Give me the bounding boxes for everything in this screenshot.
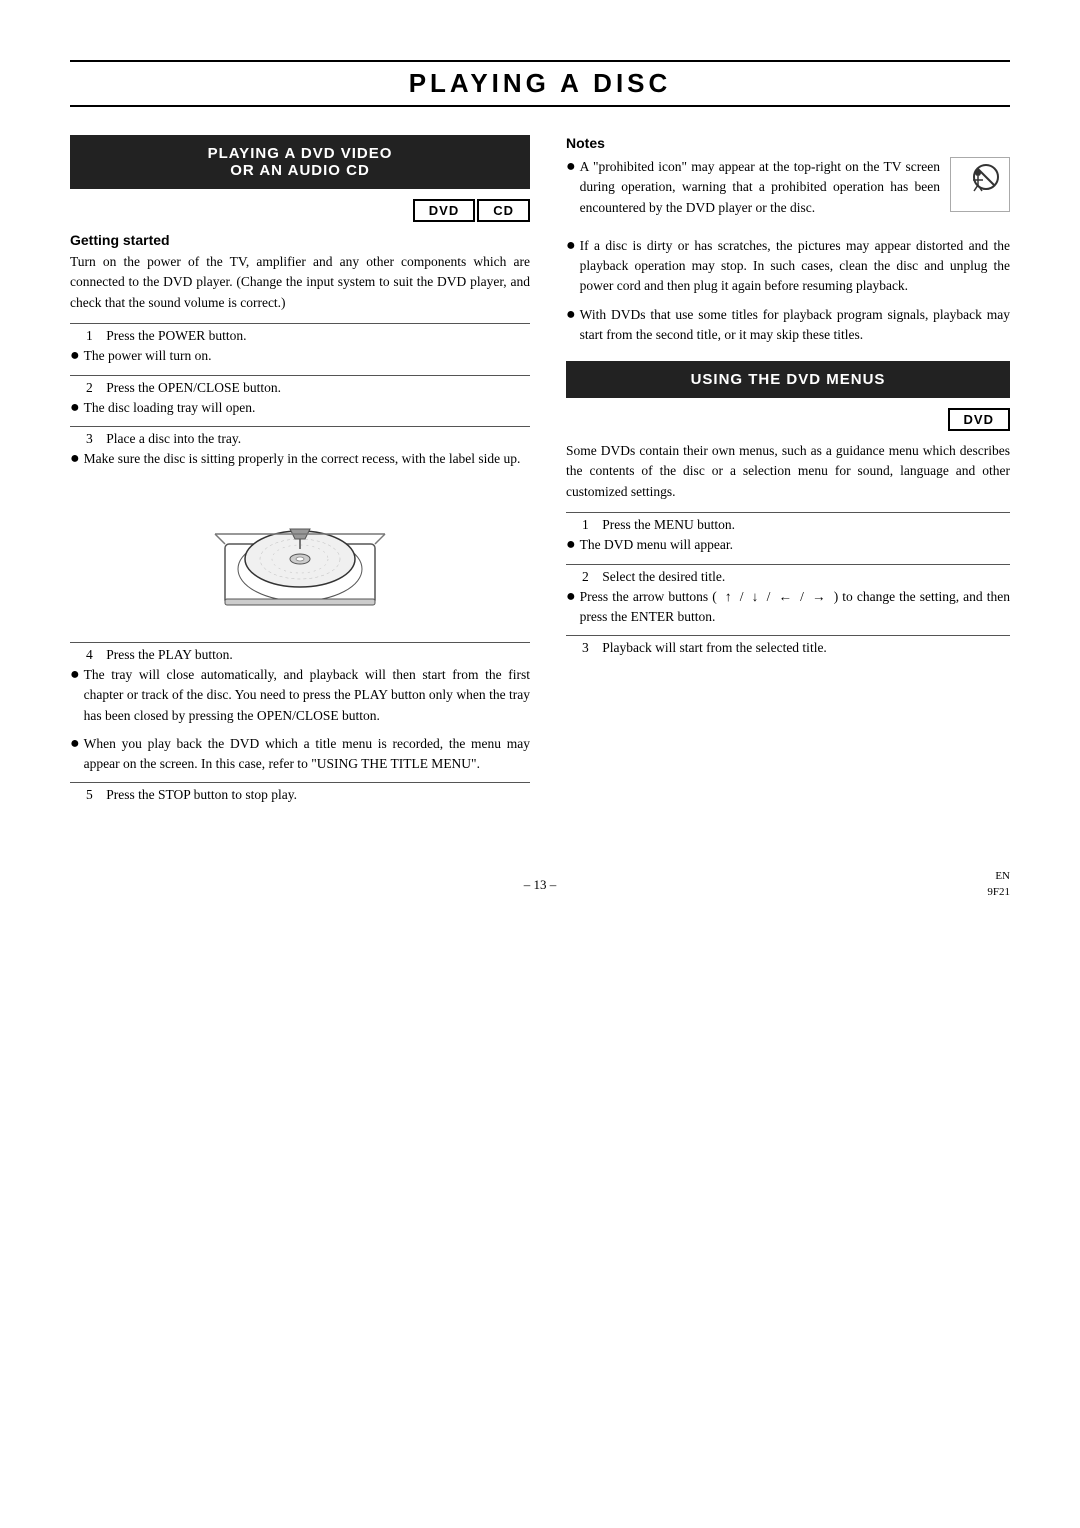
bullet-dot: ● — [566, 157, 576, 178]
step-5-block: 5 Press the STOP button to stop play. — [70, 782, 530, 803]
bullet-dot: ● — [70, 734, 80, 755]
left-column: PLAYING A DVD VIDEO OR AN AUDIO CD DVD C… — [70, 135, 530, 805]
bullet-dot: ● — [70, 449, 80, 470]
page-title: PLAYING A DISC — [70, 68, 1010, 99]
note-1-bullet: ● A "prohibited icon" may appear at the … — [566, 157, 940, 218]
page-code: EN9F21 — [697, 869, 1010, 900]
dvd-step-1-block: 1 Press the MENU button. — [566, 512, 1010, 533]
note-2-bullet: ● If a disc is dirty or has scratches, t… — [566, 236, 1010, 297]
bullet-dot: ● — [70, 346, 80, 367]
cd-badge: CD — [477, 199, 530, 222]
note-1-row: ● A "prohibited icon" may appear at the … — [566, 157, 1010, 226]
intro-paragraph: Turn on the power of the TV, amplifier a… — [70, 252, 530, 313]
dvd-only-badge: DVD — [948, 408, 1010, 431]
bullet-dot: ● — [566, 587, 576, 608]
step-1-bullet: ● The power will turn on. — [70, 346, 530, 367]
notes-section: Notes ● A "prohibited icon" may appear a… — [566, 135, 1010, 345]
step-4-num: 4 Press the PLAY button. — [86, 647, 530, 663]
step-3-bullet: ● Make sure the disc is sitting properly… — [70, 449, 530, 470]
main-content: PLAYING A DVD VIDEO OR AN AUDIO CD DVD C… — [70, 135, 1010, 805]
step-2-num: 2 Press the OPEN/CLOSE button. — [86, 380, 530, 396]
dvd-step-2-block: 2 Select the desired title. — [566, 564, 1010, 585]
bullet-dot: ● — [566, 236, 576, 257]
step-1-block: 1 Press the POWER button. — [70, 323, 530, 344]
step-3-block: 3 Place a disc into the tray. — [70, 426, 530, 447]
dvd-step-2-bullet: ● Press the arrow buttons ( ↑ / ↓ / ← / … — [566, 587, 1010, 628]
dvd-badge: DVD — [413, 199, 475, 222]
dvd-step-1-bullet: ● The DVD menu will appear. — [566, 535, 1010, 556]
dvd-menus-header: USING THE DVD MENUS — [566, 361, 1010, 398]
step-4-bullet: ● The tray will close automatically, and… — [70, 665, 530, 726]
step-3-num: 3 Place a disc into the tray. — [86, 431, 530, 447]
dvd-step-3-block: 3 Playback will start from the selected … — [566, 635, 1010, 656]
dvd-step-1-num: 1 Press the MENU button. — [582, 517, 1010, 533]
page-title-section: PLAYING A DISC — [70, 60, 1010, 107]
dvd-section-header: PLAYING A DVD VIDEO OR AN AUDIO CD — [70, 135, 530, 189]
badge-row: DVD CD — [70, 199, 530, 222]
dvd-only-badge-row: DVD — [566, 408, 1010, 431]
step-1-num: 1 Press the POWER button. — [86, 328, 530, 344]
bullet-dot: ● — [566, 535, 576, 556]
dvd-menus-intro: Some DVDs contain their own menus, such … — [566, 441, 1010, 502]
note-1-text: ● A "prohibited icon" may appear at the … — [566, 157, 940, 226]
note-3-bullet: ● With DVDs that use some titles for pla… — [566, 305, 1010, 346]
step-5-num: 5 Press the STOP button to stop play. — [86, 787, 530, 803]
prohibited-icon-box — [950, 157, 1010, 212]
dvd-step-3-num: 3 Playback will start from the selected … — [582, 640, 1010, 656]
dvd-step-2-num: 2 Select the desired title. — [582, 569, 1010, 585]
step-2-bullet: ● The disc loading tray will open. — [70, 398, 530, 419]
right-column: Notes ● A "prohibited icon" may appear a… — [566, 135, 1010, 805]
step-2-block: 2 Press the OPEN/CLOSE button. — [70, 375, 530, 396]
step-4-block: 4 Press the PLAY button. — [70, 642, 530, 663]
page-footer: – 13 – EN9F21 — [70, 865, 1010, 900]
page-number: – 13 – — [383, 877, 696, 893]
getting-started-title: Getting started — [70, 232, 530, 248]
notes-title: Notes — [566, 135, 1010, 151]
bullet-dot: ● — [566, 305, 576, 326]
bullet-dot: ● — [70, 665, 80, 686]
disc-svg — [205, 484, 395, 628]
extra-bullet-1: ● When you play back the DVD which a tit… — [70, 734, 530, 775]
bullet-dot: ● — [70, 398, 80, 419]
disc-illustration — [70, 484, 530, 628]
